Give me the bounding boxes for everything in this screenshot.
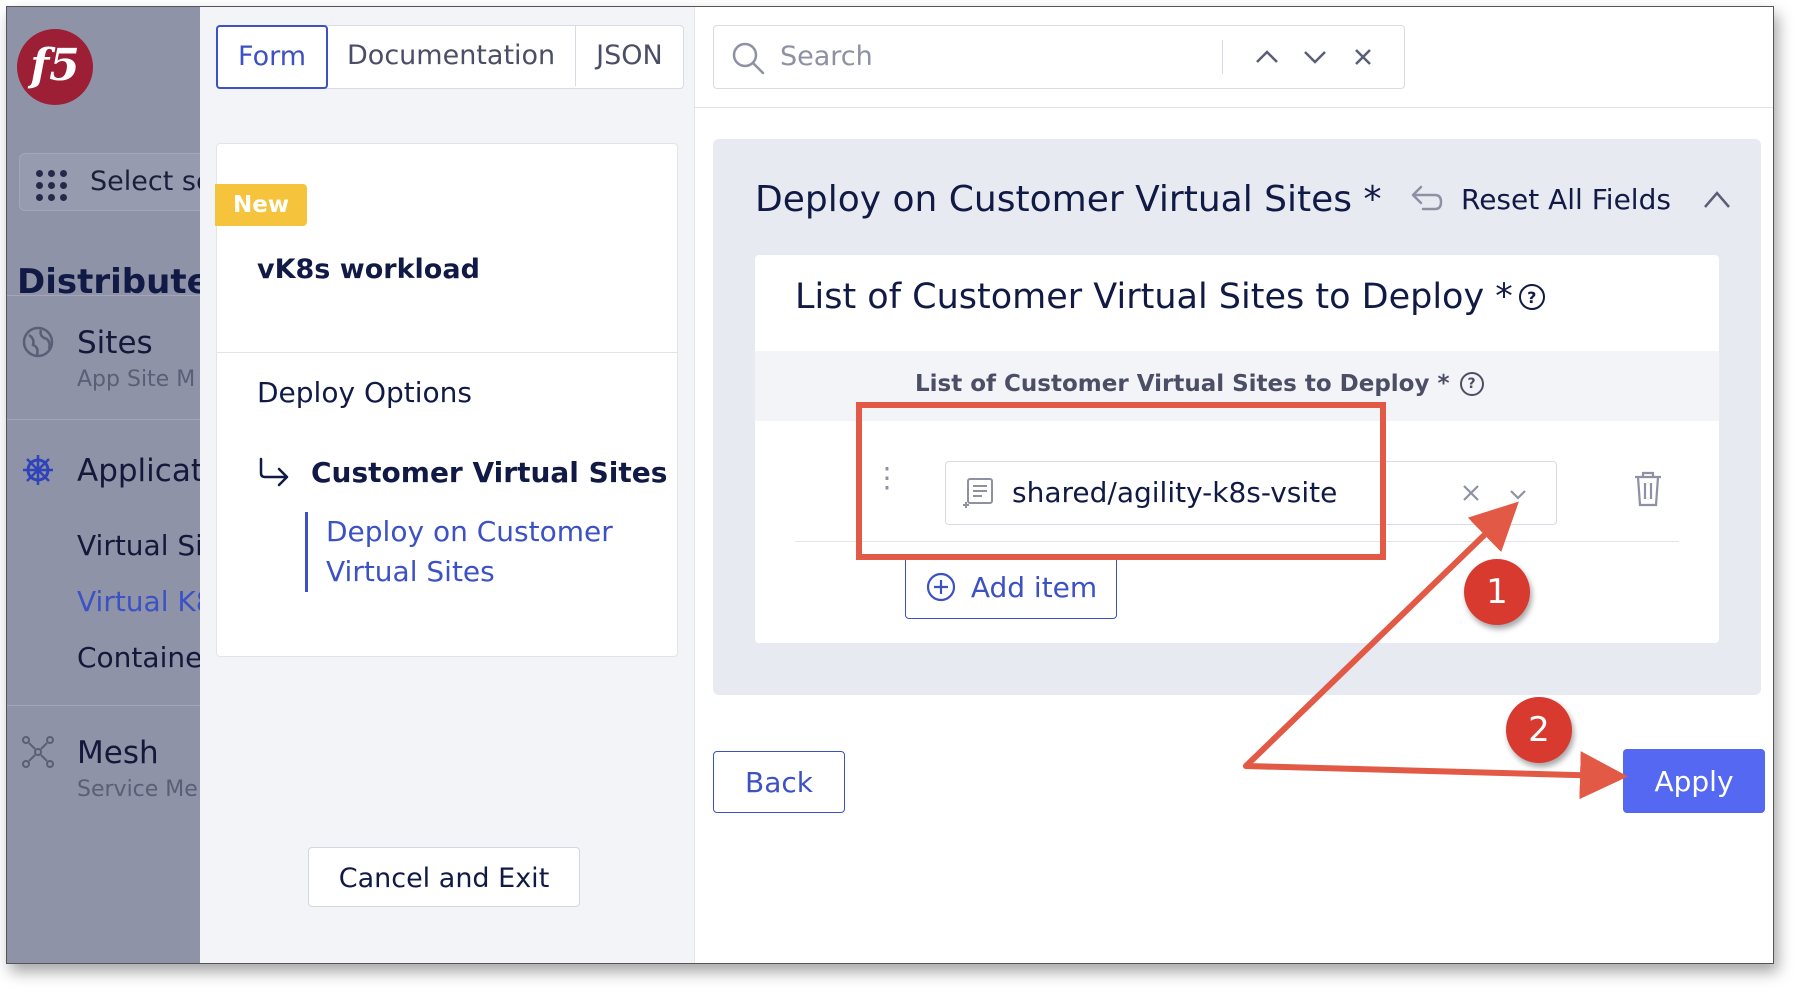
back-button[interactable]: Back	[713, 751, 845, 813]
nav-divider	[7, 705, 200, 706]
helm-wheel-icon	[23, 455, 53, 485]
virtual-sites-list-card: List of Customer Virtual Sites to Deploy…	[755, 255, 1719, 643]
form-main: Search Deploy on Customer Virtual Sites …	[695, 7, 1773, 963]
tab-json[interactable]: JSON	[576, 26, 683, 86]
nav-sites[interactable]: Sites	[77, 325, 153, 361]
trash-icon[interactable]	[1631, 469, 1665, 509]
help-icon[interactable]: ?	[1518, 284, 1545, 310]
list-title: List of Customer Virtual Sites to Deploy…	[795, 277, 1545, 317]
arrow-turn-right-icon	[259, 457, 289, 487]
help-icon[interactable]: ?	[1459, 372, 1484, 396]
search-bar[interactable]: Search	[713, 25, 1405, 89]
nav-containers[interactable]: Container	[77, 641, 200, 674]
mesh-icon	[22, 736, 54, 768]
search-icon	[732, 42, 765, 75]
close-icon[interactable]	[1348, 42, 1378, 72]
app-window: f5 Select se Distributed Sites App Site …	[6, 6, 1774, 964]
deploy-section: Deploy on Customer Virtual Sites * Reset…	[713, 139, 1761, 695]
list-title-text: List of Customer Virtual Sites to Deploy…	[795, 277, 1513, 317]
nav-sidebar: f5 Select se Distributed Sites App Site …	[7, 7, 200, 963]
search-input[interactable]: Search	[780, 26, 873, 88]
virtual-site-select[interactable]: shared/agility-k8s-vsite	[945, 461, 1557, 525]
form-nav-pane: Form Documentation JSON New vK8s workloa…	[200, 7, 695, 963]
new-badge: New	[215, 184, 308, 226]
namespace-selector-label: Select se	[90, 166, 200, 197]
form-outline-card: New vK8s workload Deploy Options Custome…	[215, 143, 678, 657]
row-divider	[795, 541, 1679, 542]
nav-title: Distributed	[17, 262, 200, 302]
chevron-down-icon[interactable]	[1300, 42, 1330, 72]
nav-virtual-k8s[interactable]: Virtual K8	[77, 585, 200, 618]
list-header-label: List of Customer Virtual Sites to Deploy…	[915, 371, 1484, 397]
card-divider	[217, 352, 677, 353]
outline-customer-virtual-sites[interactable]: Customer Virtual Sites	[257, 452, 667, 492]
grid-dots-icon	[36, 170, 68, 202]
namespace-selector[interactable]: Select se	[19, 153, 200, 211]
reset-label: Reset All Fields	[1461, 182, 1671, 216]
outline-section-label: Customer Virtual Sites	[311, 455, 668, 489]
f5-logo: f5	[17, 29, 93, 105]
workload-title: vK8s workload	[257, 254, 480, 285]
selected-site-value: shared/agility-k8s-vsite	[1012, 476, 1338, 509]
chevron-up-icon[interactable]	[1701, 185, 1733, 213]
nav-divider	[7, 419, 200, 420]
chevron-down-icon[interactable]	[1506, 482, 1530, 506]
tab-form[interactable]: Form	[216, 25, 329, 89]
apply-button[interactable]: Apply	[1623, 749, 1765, 813]
nav-mesh[interactable]: Mesh	[77, 735, 159, 771]
nav-divider	[7, 295, 200, 296]
reset-all-fields-button[interactable]: Reset All Fields	[1409, 177, 1671, 221]
nav-mesh-sub: Service Me	[77, 777, 198, 802]
document-list-icon	[963, 478, 993, 508]
search-divider	[1222, 40, 1223, 74]
nav-sites-sub: App Site M	[77, 367, 196, 392]
tab-documentation[interactable]: Documentation	[327, 26, 577, 86]
cancel-exit-button[interactable]: Cancel and Exit	[308, 847, 580, 907]
view-tabs: Form Documentation JSON	[216, 25, 684, 89]
header-divider	[695, 107, 1773, 108]
chevron-up-icon[interactable]	[1252, 42, 1282, 72]
add-item-label: Add item	[970, 570, 1098, 604]
nav-applications[interactable]: Applicat	[77, 453, 200, 489]
outline-deploy-link[interactable]: Deploy on Customer Virtual Sites	[305, 512, 626, 592]
section-title: Deploy on Customer Virtual Sites *	[755, 179, 1382, 220]
step-2-badge: 2	[1506, 697, 1572, 763]
outline-deploy-options[interactable]: Deploy Options	[257, 376, 472, 409]
list-header: List of Customer Virtual Sites to Deploy…	[755, 351, 1719, 421]
step-1-badge: 1	[1464, 559, 1530, 625]
list-header-text: List of Customer Virtual Sites to Deploy…	[915, 371, 1450, 397]
drag-handle-icon[interactable]: ⋮	[873, 461, 901, 494]
plus-circle-icon	[926, 572, 955, 602]
globe-icon	[22, 326, 54, 358]
nav-virtual-sites[interactable]: Virtual Sit	[77, 529, 200, 562]
undo-arrow-icon	[1411, 185, 1443, 211]
clear-icon[interactable]	[1458, 480, 1484, 506]
add-item-button[interactable]: Add item	[905, 555, 1117, 619]
